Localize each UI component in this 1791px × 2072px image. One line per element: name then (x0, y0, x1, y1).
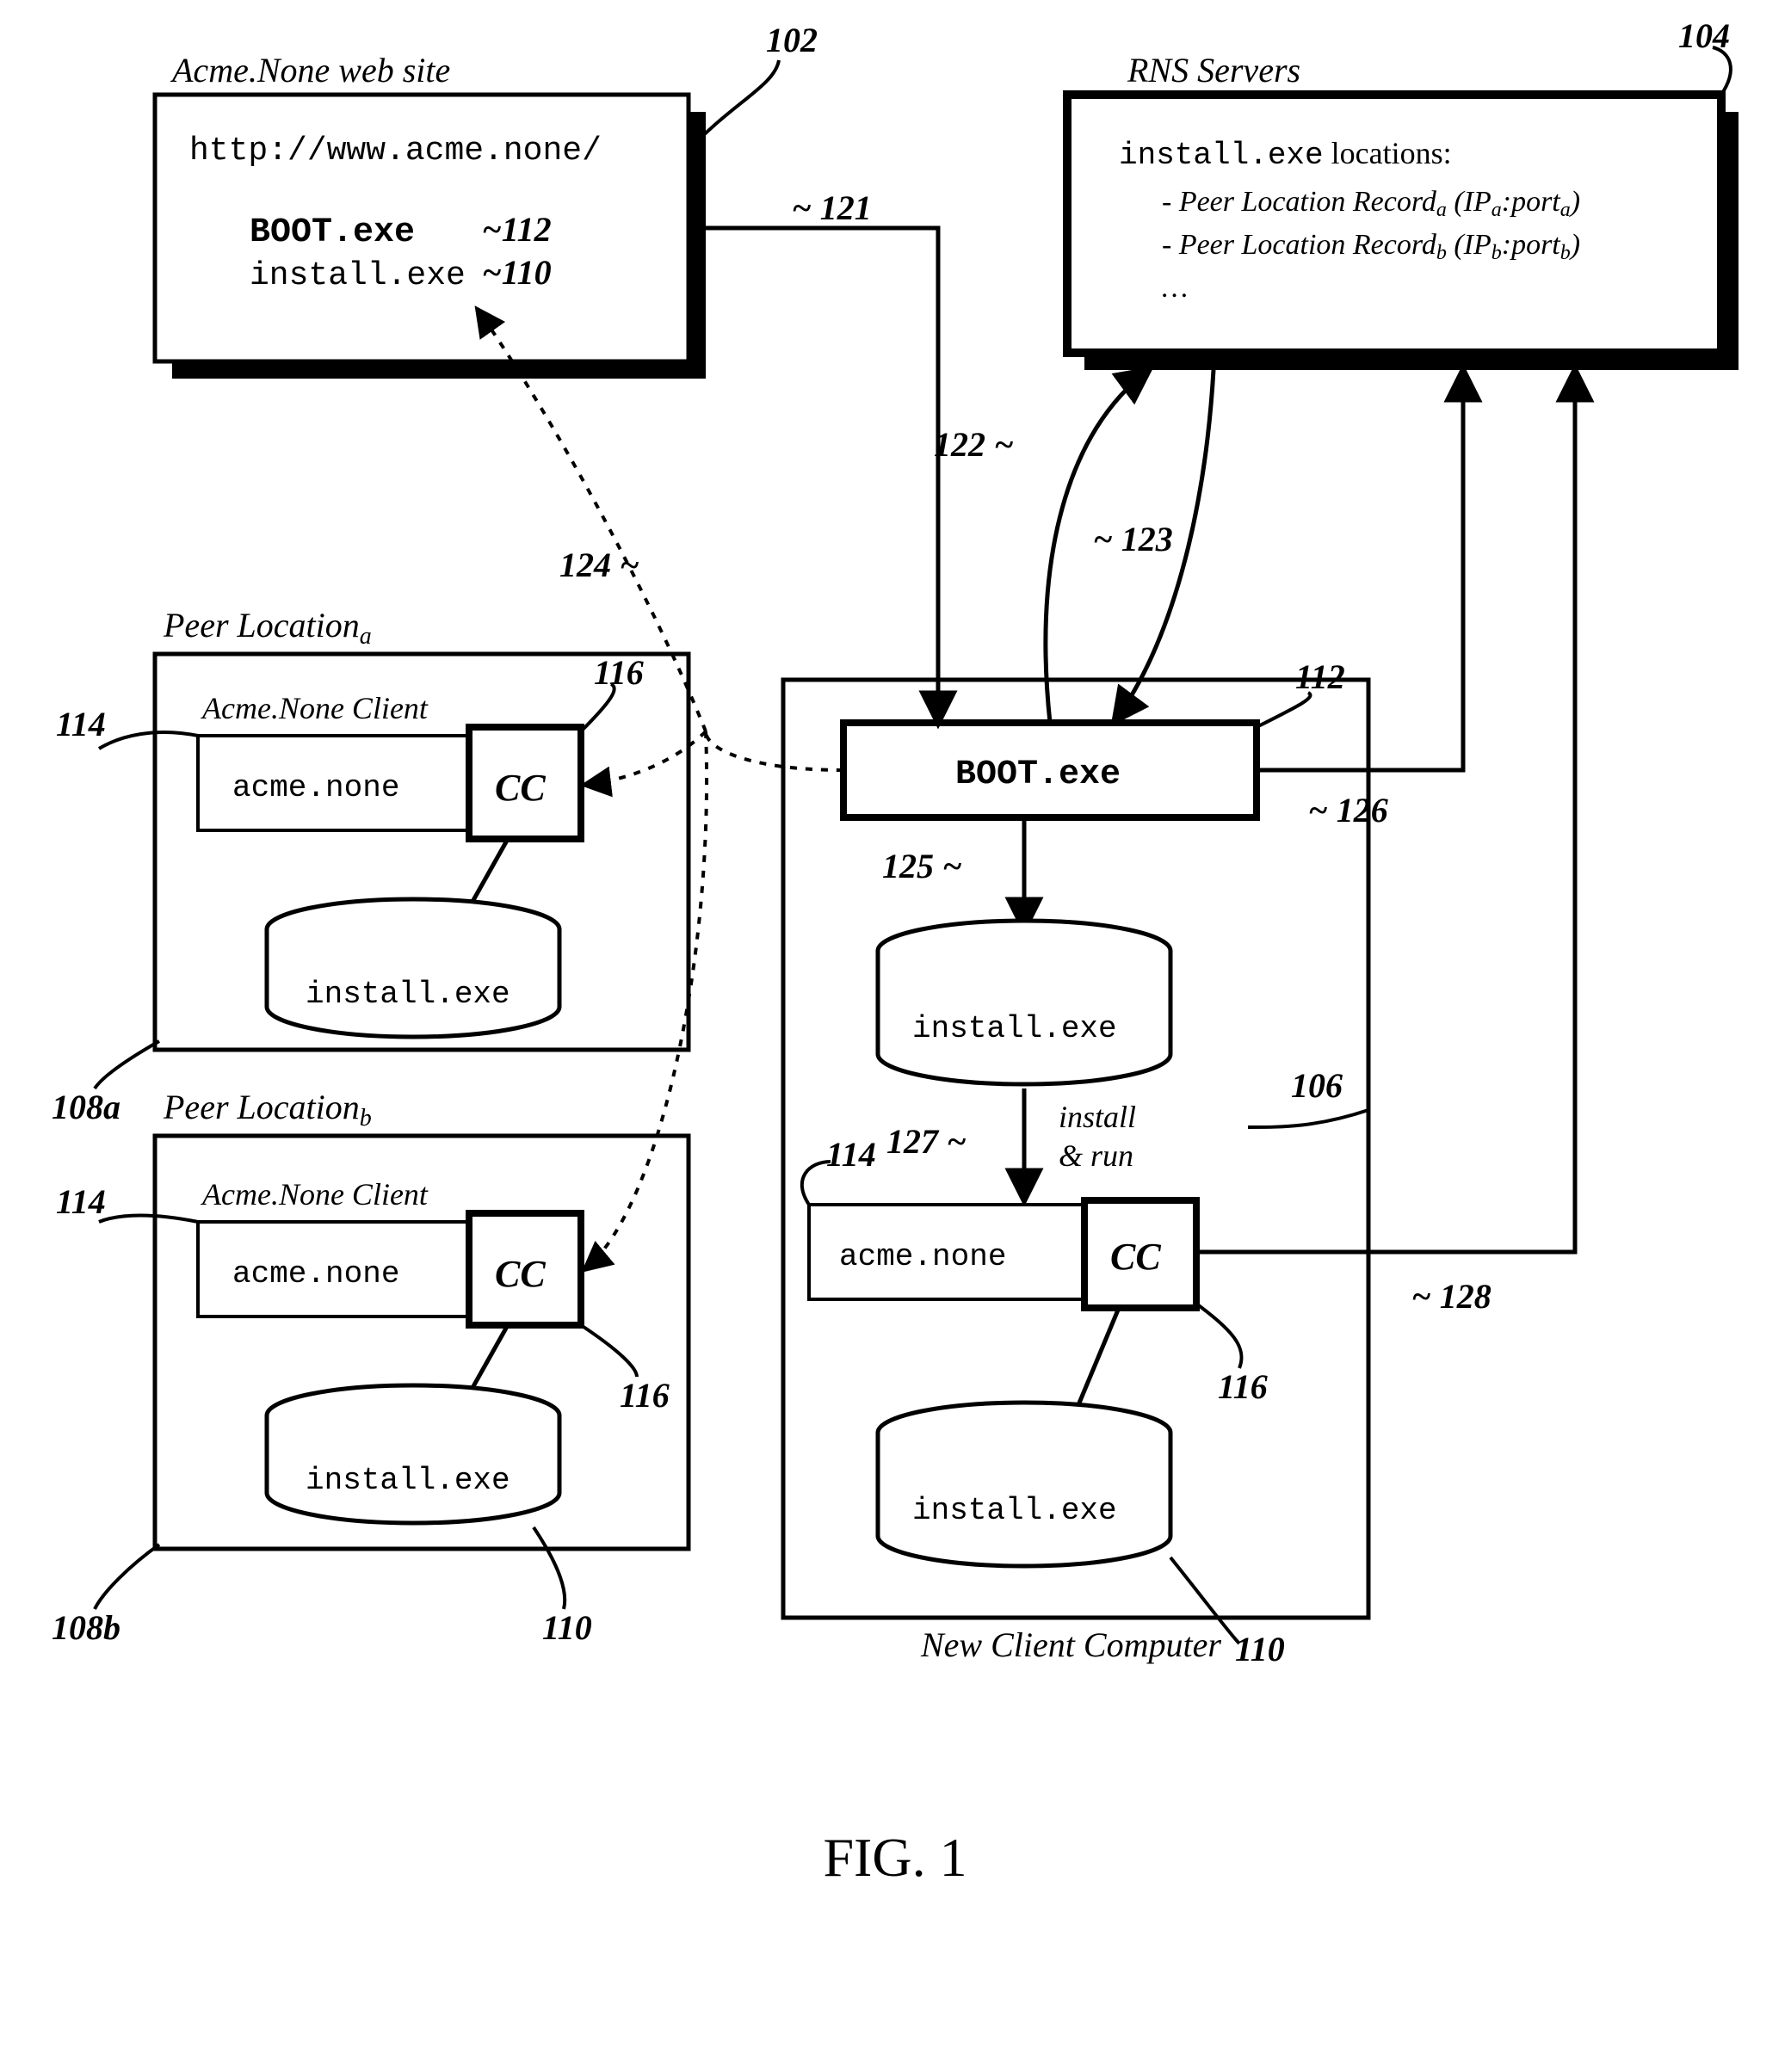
newclient-boot-exe: BOOT.exe (955, 755, 1121, 794)
newclient-install-bottom-db: install.exe (878, 1403, 1170, 1566)
ref-114b: 114 (56, 1182, 106, 1221)
ref-122: 122 ~ (934, 425, 1014, 464)
install-run-2: & run (1059, 1138, 1133, 1173)
rns-box: RNS Servers install.exe locations: - Pee… (1067, 16, 1739, 370)
website-install-exe: install.exe (250, 257, 466, 294)
peer-a-cc: CC (495, 767, 546, 809)
rns-ellipsis: … (1162, 272, 1188, 304)
figure-label: FIG. 1 (823, 1827, 967, 1888)
ref-125: 125 ~ (882, 847, 962, 885)
ref-116c: 116 (1218, 1367, 1268, 1406)
new-client-title: New Client Computer (920, 1625, 1221, 1664)
newclient-acmenone: acme.none (839, 1239, 1006, 1274)
peer-a-title: Peer Locationa (163, 606, 372, 650)
rns-record-a: - Peer Location Recorda (IPa:porta) (1162, 186, 1580, 221)
ref-108b: 108b (52, 1608, 120, 1647)
ref-112a: ~112 (482, 210, 552, 249)
peer-b-client-label: Acme.None Client (201, 1177, 429, 1212)
newclient-install-top: install.exe (912, 1011, 1117, 1046)
new-client-box: New Client Computer BOOT.exe 112 125 ~ i… (783, 657, 1368, 1668)
peer-a-box: Peer Locationa Acme.None Client acme.non… (52, 606, 689, 1126)
rns-record-b: - Peer Location Recordb (IPb:portb) (1162, 229, 1580, 264)
rns-title: RNS Servers (1127, 51, 1300, 89)
peer-b-title: Peer Locationb (163, 1088, 372, 1132)
ref-112b: 112 (1295, 657, 1345, 696)
ref-114a: 114 (56, 705, 106, 743)
peer-a-install: install.exe (306, 977, 510, 1012)
arrow-121 (689, 228, 938, 723)
ref-110a: ~110 (482, 253, 552, 292)
peer-a-client-label: Acme.None Client (201, 691, 429, 725)
newclient-install-top-db: install.exe (878, 921, 1170, 1084)
ref-116a: 116 (594, 653, 644, 692)
ref-127: 127 ~ (886, 1122, 967, 1161)
ref-110c: 110 (1235, 1630, 1285, 1668)
ref-102: 102 (766, 21, 818, 59)
ref-114c: 114 (826, 1135, 876, 1174)
peer-a-acmenone: acme.none (232, 770, 399, 805)
install-run-1: install (1059, 1100, 1136, 1134)
ref-121: ~ 121 (792, 188, 872, 227)
ref-123: ~ 123 (1093, 520, 1173, 558)
newclient-cc: CC (1110, 1236, 1161, 1278)
peer-b-cc: CC (495, 1253, 546, 1295)
ref-106: 106 (1291, 1066, 1343, 1105)
website-title: Acme.None web site (170, 51, 450, 89)
website-boot-exe: BOOT.exe (250, 213, 415, 252)
ref-108a: 108a (52, 1088, 120, 1126)
website-box: Acme.None web site http://www.acme.none/… (155, 21, 818, 379)
peer-b-box: Peer Locationb Acme.None Client acme.non… (52, 1088, 689, 1647)
peer-b-acmenone: acme.none (232, 1256, 399, 1292)
ref-124: 124 ~ (559, 546, 639, 584)
ref-104: 104 (1678, 16, 1730, 55)
ref-126: ~ 126 (1308, 791, 1388, 829)
peer-b-install: install.exe (306, 1463, 510, 1498)
website-url: http://www.acme.none/ (189, 133, 602, 170)
newclient-install-bottom: install.exe (912, 1493, 1117, 1528)
ref-116b: 116 (620, 1376, 670, 1415)
ref-128: ~ 128 (1411, 1277, 1491, 1316)
ref-110b: 110 (542, 1608, 592, 1647)
rns-heading: install.exe locations: (1119, 136, 1452, 173)
